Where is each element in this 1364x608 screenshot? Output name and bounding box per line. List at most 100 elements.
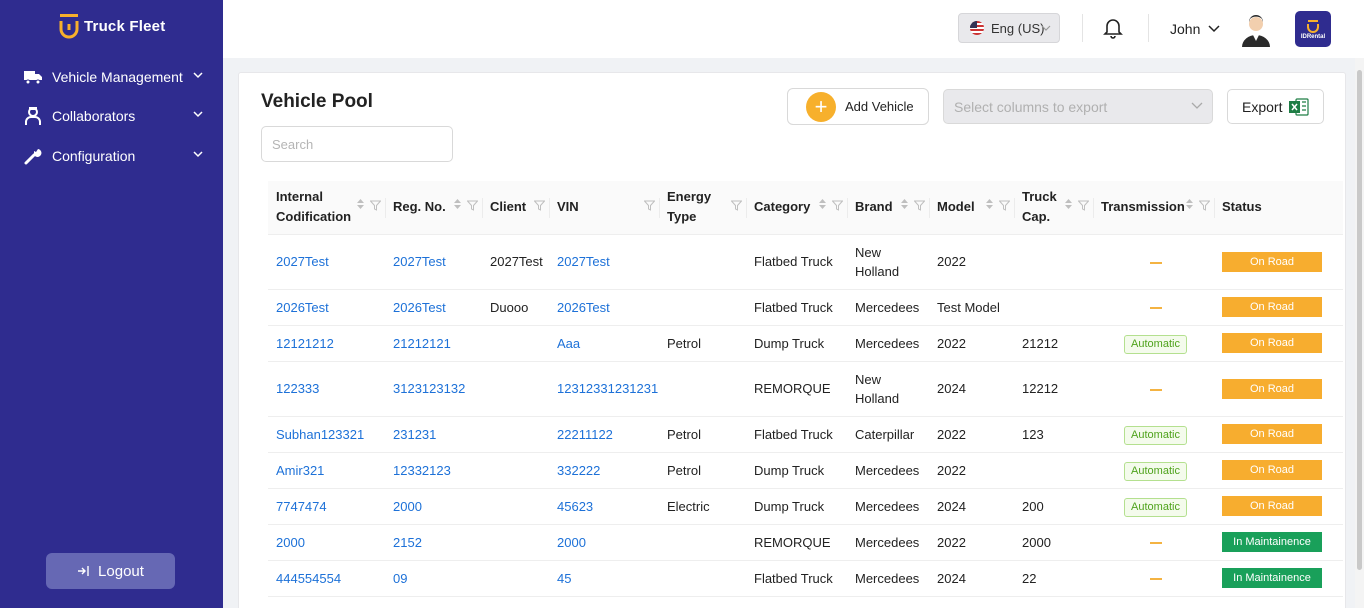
sidebar-item-collaborators[interactable]: Collaborators <box>22 104 204 128</box>
energy-cell: Petrol <box>659 416 746 453</box>
internal-cell[interactable]: 2026Test <box>268 289 385 326</box>
vin-cell[interactable]: 22211122 <box>549 416 659 453</box>
brand-cell: Mercedees <box>847 325 929 362</box>
column-header-label: VIN <box>557 199 579 215</box>
sort-icon[interactable] <box>1064 197 1073 217</box>
reg-cell[interactable]: 09 <box>385 560 482 597</box>
column-header[interactable]: Category <box>746 181 847 235</box>
logout-button[interactable]: Logout <box>46 553 175 589</box>
filter-icon[interactable] <box>831 197 844 217</box>
notification-bell-icon[interactable] <box>1103 17 1123 39</box>
filter-icon[interactable] <box>1077 197 1090 217</box>
status-cell: On Road <box>1214 234 1343 290</box>
add-vehicle-button[interactable]: + Add Vehicle <box>787 88 929 125</box>
column-header[interactable]: Energy Type <box>659 181 746 235</box>
column-header[interactable]: Client <box>482 181 549 235</box>
vin-cell[interactable]: 45 <box>549 560 659 597</box>
category-cell: Flatbed Truck <box>746 234 847 290</box>
scrollbar-thumb[interactable] <box>1357 70 1362 570</box>
filter-icon[interactable] <box>533 197 546 217</box>
table-row[interactable]: 7747474 2000 45623 Electric Dump Truck Merced… <box>268 488 1343 525</box>
column-header[interactable]: Internal Codification <box>268 181 385 235</box>
status-badge[interactable]: On Road <box>1222 251 1322 272</box>
column-header[interactable]: Reg. No. <box>385 181 482 235</box>
filter-icon[interactable] <box>466 197 479 217</box>
table-row[interactable]: 444554554 09 45 Flatbed Truck Mercedees 2024 2… <box>268 560 1343 597</box>
model-cell: 2024 <box>929 361 1014 417</box>
vin-cell[interactable]: 2000 <box>549 524 659 561</box>
reg-cell[interactable]: 3123123132 <box>385 361 482 417</box>
column-header[interactable]: Truck Cap. <box>1014 181 1093 235</box>
status-badge[interactable]: On Road <box>1222 460 1322 480</box>
vin-cell[interactable]: 2027Test <box>549 234 659 290</box>
reg-cell[interactable]: 21212121 <box>385 325 482 362</box>
chevron-down-icon <box>1041 25 1051 31</box>
table-row[interactable]: 122333 3123123132 12312331231231 REMORQUE Ne… <box>268 361 1343 417</box>
internal-cell[interactable]: 12121212 <box>268 325 385 362</box>
scrollbar[interactable] <box>1355 58 1364 608</box>
reg-cell[interactable]: 2152 <box>385 524 482 561</box>
internal-cell[interactable]: 444554554 <box>268 560 385 597</box>
partner-logo: IDRental <box>1295 11 1331 47</box>
category-cell: REMORQUE <box>746 524 847 561</box>
vin-cell[interactable]: Aaa <box>549 325 659 362</box>
column-header[interactable]: Status <box>1214 181 1343 235</box>
brand[interactable]: Truck Fleet <box>58 12 165 40</box>
status-badge[interactable]: On Road <box>1222 378 1322 399</box>
table-row[interactable]: 2027Test 2027Test 2027Test 2027Test Flatbed … <box>268 234 1343 290</box>
sidebar-item-vehicle-management[interactable]: Vehicle Management <box>22 65 204 89</box>
table-row[interactable]: Subhan123321 231231 22211122 Petrol Flatbed … <box>268 416 1343 453</box>
vin-cell[interactable]: 45623 <box>549 488 659 525</box>
client-cell <box>482 452 549 489</box>
export-button[interactable]: Export <box>1227 89 1324 124</box>
status-badge[interactable]: On Road <box>1222 424 1322 444</box>
sort-icon[interactable] <box>818 197 827 217</box>
internal-cell[interactable]: 2027Test <box>268 234 385 290</box>
sort-icon[interactable] <box>985 197 994 217</box>
column-header[interactable]: Transmission <box>1093 181 1214 235</box>
avatar[interactable] <box>1238 11 1274 47</box>
search-input[interactable] <box>261 126 453 162</box>
status-badge[interactable]: On Road <box>1222 297 1322 317</box>
status-badge[interactable]: In Maintainence <box>1222 532 1322 552</box>
table-row[interactable]: 12121212 21212121 Aaa Petrol Dump Truck Merce… <box>268 325 1343 362</box>
table-row[interactable]: 2000 2152 2000 REMORQUE Mercedees 2022 2000 In … <box>268 524 1343 561</box>
table-row[interactable]: Amir321 12332123 332222 Petrol Dump Truck Mer… <box>268 452 1343 489</box>
status-badge[interactable]: On Road <box>1222 333 1322 353</box>
internal-cell[interactable]: 7747474 <box>268 488 385 525</box>
vin-cell[interactable]: 12312331231231 <box>549 361 659 417</box>
column-header[interactable]: VIN <box>549 181 659 235</box>
filter-icon[interactable] <box>730 197 743 217</box>
status-cell: On Road <box>1214 488 1343 525</box>
internal-cell[interactable]: Amir321 <box>268 452 385 489</box>
column-header[interactable]: Brand <box>847 181 929 235</box>
language-selector[interactable]: Eng (US) <box>958 13 1060 43</box>
sidebar-item-configuration[interactable]: Configuration <box>22 144 204 168</box>
status-badge[interactable]: On Road <box>1222 496 1322 516</box>
sort-icon[interactable] <box>356 197 365 217</box>
user-menu[interactable]: John <box>1170 21 1220 37</box>
vin-cell[interactable]: 332222 <box>549 452 659 489</box>
internal-cell[interactable]: 122333 <box>268 361 385 417</box>
reg-cell[interactable]: 12332123 <box>385 452 482 489</box>
filter-icon[interactable] <box>1198 197 1211 217</box>
filter-icon[interactable] <box>643 197 656 217</box>
export-columns-select[interactable]: Select columns to export <box>943 89 1213 124</box>
column-header[interactable]: Model <box>929 181 1014 235</box>
internal-cell[interactable]: Subhan123321 <box>268 416 385 453</box>
internal-cell[interactable]: 2000 <box>268 524 385 561</box>
filter-icon[interactable] <box>998 197 1011 217</box>
status-badge[interactable]: In Maintainence <box>1222 568 1322 588</box>
sort-icon[interactable] <box>453 197 462 217</box>
energy-cell <box>659 361 746 417</box>
vin-cell[interactable]: 2026Test <box>549 289 659 326</box>
filter-icon[interactable] <box>369 197 382 217</box>
reg-cell[interactable]: 2027Test <box>385 234 482 290</box>
table-row[interactable]: 2026Test 2026Test Duooo 2026Test Flatbed Tru… <box>268 289 1343 326</box>
reg-cell[interactable]: 231231 <box>385 416 482 453</box>
filter-icon[interactable] <box>913 197 926 217</box>
reg-cell[interactable]: 2026Test <box>385 289 482 326</box>
reg-cell[interactable]: 2000 <box>385 488 482 525</box>
sort-icon[interactable] <box>900 197 909 217</box>
sort-icon[interactable] <box>1185 197 1194 217</box>
